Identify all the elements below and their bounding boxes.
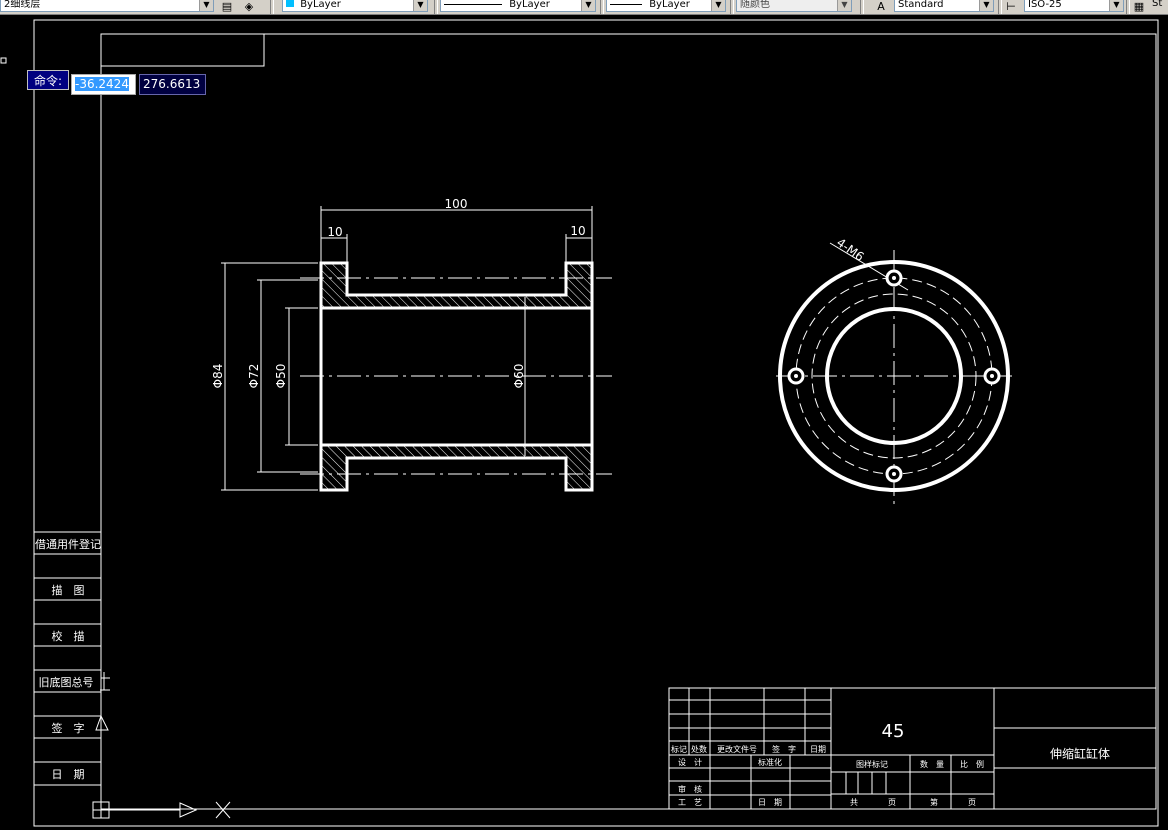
weight-label: 数 量 bbox=[920, 759, 944, 769]
header-mark: 标记 bbox=[671, 744, 687, 754]
section-top-wall bbox=[319, 261, 594, 310]
coordinate-y-value: 276.6613 bbox=[143, 77, 201, 91]
side-table-register: 借通用件登记 bbox=[35, 537, 101, 551]
side-table-signature: 签 字 bbox=[52, 721, 85, 735]
section-view bbox=[300, 261, 612, 492]
header-date: 日期 bbox=[810, 745, 826, 754]
sheet-label: 第 bbox=[930, 797, 938, 807]
side-table bbox=[34, 531, 101, 786]
dim-diameter-84: Φ84 bbox=[211, 364, 225, 389]
dim-right-flange: 10 bbox=[570, 224, 585, 238]
process-label: 工 艺 bbox=[678, 798, 702, 807]
date-label: 日 期 bbox=[758, 798, 782, 807]
standard-label: 标准化 bbox=[758, 757, 782, 767]
header-sign: 签 字 bbox=[772, 744, 796, 754]
command-prompt-label: 命令: bbox=[27, 70, 69, 90]
cursor-pickbox bbox=[0, 57, 7, 64]
material-label: 45 bbox=[882, 721, 905, 742]
part-name: 伸缩缸缸体 bbox=[1050, 746, 1110, 761]
dim-diameter-50: Φ50 bbox=[274, 364, 288, 389]
ucs-icon bbox=[92, 801, 231, 819]
side-table-date: 日 期 bbox=[52, 768, 85, 781]
dim-holes-callout: 4-M6 bbox=[834, 235, 867, 264]
header-doc: 更改文件号 bbox=[717, 744, 757, 754]
cursor-grips bbox=[95, 672, 110, 731]
sheet-outer-frame bbox=[33, 19, 1159, 827]
coordinate-x-value: -36.2424 bbox=[75, 77, 129, 91]
side-table-old-number: 旧底图总号 bbox=[39, 675, 94, 689]
coordinate-x-input[interactable]: -36.2424 bbox=[71, 74, 136, 95]
drawing-canvas[interactable]: 借通用件登记 描 图 校 描 旧底图总号 签 字 日 期 100 10 10 Φ… bbox=[0, 0, 1168, 830]
coordinate-y-input[interactable]: 276.6613 bbox=[139, 74, 206, 95]
scale-label: 比 例 bbox=[960, 759, 984, 769]
stage-mark-label: 图样标记 bbox=[856, 759, 888, 769]
side-table-trace: 描 图 bbox=[52, 583, 85, 597]
page-label-2: 页 bbox=[968, 798, 976, 807]
dim-diameter-72: Φ72 bbox=[247, 364, 261, 389]
side-table-proofread: 校 描 bbox=[52, 629, 85, 643]
check-label: 审 核 bbox=[678, 784, 702, 794]
dim-left-flange: 10 bbox=[327, 225, 342, 239]
design-label: 设 计 bbox=[678, 757, 702, 767]
header-count: 处数 bbox=[691, 744, 707, 754]
page-label: 页 bbox=[888, 798, 896, 807]
dim-diameter-60: Φ60 bbox=[512, 364, 526, 389]
top-left-box bbox=[100, 33, 265, 67]
dim-overall-length: 100 bbox=[445, 197, 468, 211]
section-bottom-wall bbox=[319, 443, 594, 492]
total-label: 共 bbox=[850, 798, 858, 807]
